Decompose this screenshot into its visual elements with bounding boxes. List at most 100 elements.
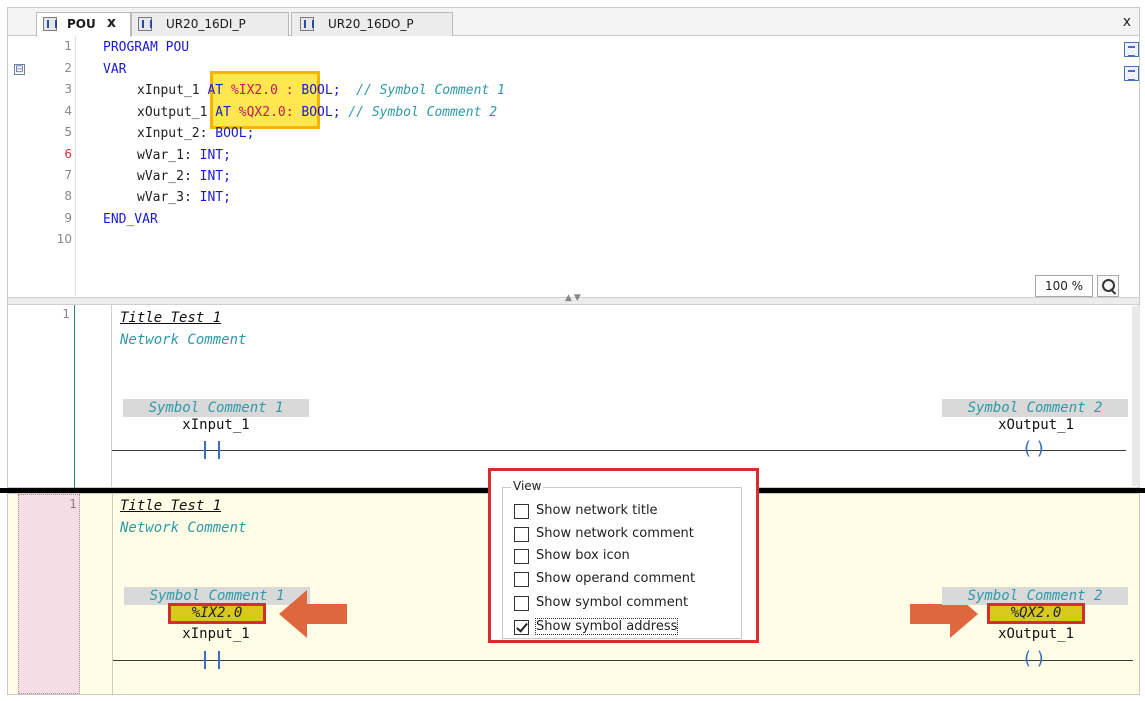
gutter-separator [75,36,76,296]
line-number: 2 [64,61,72,75]
network-title[interactable]: Title Test 1 [120,498,221,514]
left-power-rail [112,494,113,694]
keyword: PROGRAM POU [103,40,190,55]
code-line-3[interactable]: xInput_1 AT %IX2.0 : BOOL; // Symbol Com… [137,83,505,98]
coil-icon[interactable]: ( ) [1024,650,1044,670]
fold-toggle-icon[interactable]: ⊟ [14,64,25,75]
code-line-8[interactable]: wVar_3: INT; [137,190,231,205]
variable-name: wVar_1: [137,148,200,163]
type: BOOL; [215,126,255,141]
option-label: Show operand comment [536,571,696,586]
keyword: AT [215,105,239,120]
code-line-5[interactable]: xInput_2: BOOL; [137,126,254,141]
symbol-comment-left: Symbol Comment 1 [123,399,309,417]
splitter-arrows-icon[interactable]: ▲▼ [565,293,583,303]
coil-variable[interactable]: xOutput_1 [966,417,1106,433]
type: INT; [199,148,231,163]
network-number: 1 [62,307,70,321]
option-label: Show symbol address [534,618,679,635]
network-number: 1 [69,497,77,511]
table-view-icon[interactable] [1124,66,1139,81]
line-number: 4 [64,104,72,118]
declaration-editor-panel: POU x UR20_16DI_P UR20_16DO_P x 1 2 3 4 … [7,7,1140,488]
contact-icon[interactable] [204,651,220,669]
view-switch-toolbar [1122,42,1140,92]
show-box-icon-checkbox[interactable] [514,549,529,564]
declaration-view-icon[interactable] [1124,42,1139,57]
network-comment[interactable]: Network Comment [120,520,246,536]
close-icon[interactable]: x [107,15,116,31]
device-icon [300,17,314,31]
view-options-popup: View Show network title Show network com… [488,468,759,643]
network-gutter-selected[interactable]: 1 [18,494,80,694]
type: BOOL; [293,83,341,98]
arrow-left-icon [279,590,347,638]
rung-line [113,660,1133,661]
line-number: 10 [56,232,72,246]
contact-variable[interactable]: xInput_1 [146,417,286,433]
rung-line [112,450,1126,451]
comment: // Symbol Comment 1 [340,83,505,98]
comment: // Symbol Comment 2 [340,105,498,120]
tab-ur20-16do-p-label: UR20_16DO_P [328,17,414,31]
option-label: Show network title [536,503,658,518]
variable-name: xInput_2: [137,126,216,141]
address: %IX2.0 : [230,83,294,98]
show-symbol-address-checkbox[interactable] [514,620,529,635]
network-title[interactable]: Title Test 1 [120,310,221,326]
zoom-level[interactable]: 100 % [1035,275,1093,297]
symbol-comment-right: Symbol Comment 2 [942,399,1128,417]
code-line-9[interactable]: END_VAR [103,212,158,227]
line-number: 7 [64,168,72,182]
line-number: 1 [64,39,72,53]
address: %QX2.0: [238,105,294,120]
symbol-address-left: %IX2.0 [168,603,266,624]
option-label: Show symbol comment [536,595,689,610]
show-network-comment-checkbox[interactable] [514,527,529,542]
declaration-gutter: 1 2 3 4 5 6 7 8 9 10 ⊟ [8,36,76,296]
symbol-address-right: %QX2.0 [987,603,1085,624]
left-power-rail [111,305,112,488]
variable-name: xInput_1 [137,83,208,98]
coil-icon[interactable]: ( ) [1024,440,1044,460]
device-icon [138,17,152,31]
option-label: Show network comment [536,526,694,541]
show-network-title-checkbox[interactable] [514,504,529,519]
pou-icon [43,17,57,31]
tab-ur20-16di-p[interactable]: UR20_16DI_P [131,12,289,36]
network-comment[interactable]: Network Comment [120,332,246,348]
view-group-legend: View [511,479,544,493]
close-all-icon[interactable]: x [1123,14,1131,30]
tab-ur20-16do-p[interactable]: UR20_16DO_P [291,12,453,36]
line-number: 6 [64,147,72,161]
code-line-7[interactable]: wVar_2: INT; [137,169,231,184]
type: INT; [199,190,231,205]
line-number: 5 [64,125,72,139]
contact-icon[interactable] [204,441,220,459]
code-line-2[interactable]: VAR [103,62,126,77]
vertical-scrollbar[interactable] [1132,306,1140,486]
code-line-6[interactable]: wVar_1: INT; [137,148,231,163]
coil-variable[interactable]: xOutput_1 [966,626,1106,642]
variable-name: wVar_2: [137,169,200,184]
keyword: AT [207,83,231,98]
editor-splitter[interactable]: ▲▼ [8,293,1139,305]
keyword: END_VAR [103,212,158,227]
editor-tab-bar: POU x UR20_16DI_P UR20_16DO_P x [8,8,1139,37]
keyword: VAR [103,62,127,77]
code-line-1[interactable]: PROGRAM POU [103,40,189,55]
contact-variable[interactable]: xInput_1 [146,626,286,642]
variable-name: xOutput_1 [137,105,216,120]
type: BOOL; [293,105,341,120]
tab-pou[interactable]: POU x [36,12,131,37]
network-gutter: 1 [8,305,74,488]
tab-ur20-16di-p-label: UR20_16DI_P [166,17,246,31]
zoom-magnifier-icon[interactable] [1097,275,1119,297]
show-symbol-comment-checkbox[interactable] [514,596,529,611]
code-line-4[interactable]: xOutput_1 AT %QX2.0: BOOL; // Symbol Com… [137,105,497,120]
show-operand-comment-checkbox[interactable] [514,572,529,587]
line-number: 3 [64,82,72,96]
network-separator [74,305,75,488]
line-number: 9 [64,211,72,225]
tab-pou-label: POU [67,17,96,31]
